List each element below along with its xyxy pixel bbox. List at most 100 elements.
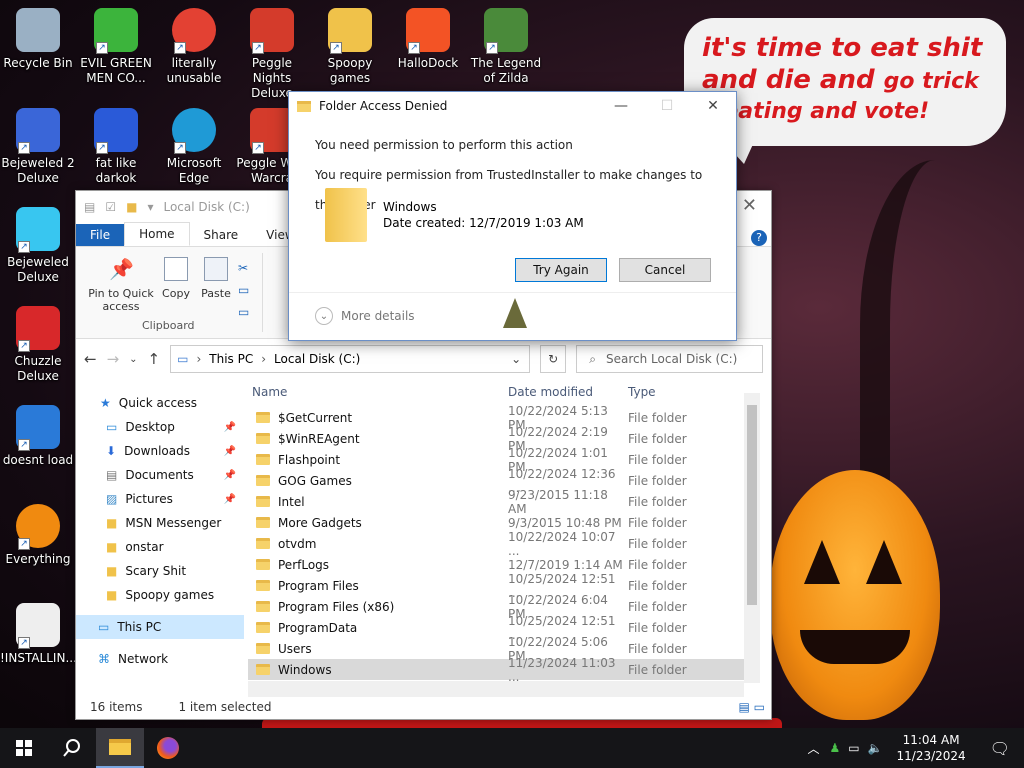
back-arrow-icon[interactable]: ← [84, 350, 97, 368]
nav-item-scary-shit[interactable]: ■ Scary Shit [76, 559, 244, 583]
desktop-icon[interactable]: ↗ !INSTALLIN... [0, 603, 77, 666]
explorer-close-button[interactable]: ✕ [742, 195, 757, 216]
folder-icon [256, 580, 270, 591]
view-toggle-icons[interactable]: ▤ ▭ [739, 700, 766, 714]
nav-this-pc[interactable]: ▭ This PC [76, 615, 244, 639]
chuzzle-icon: ↗ [16, 306, 60, 352]
column-date-modified[interactable]: Date modified [508, 385, 628, 399]
nav-item-downloads[interactable]: ⬇ Downloads 📌 [76, 439, 244, 463]
nav-item-documents[interactable]: ▤ Documents 📌 [76, 463, 244, 487]
address-dropdown-icon[interactable]: ⌄ [511, 352, 521, 366]
desktop-icon[interactable]: ↗ HalloDock [390, 8, 466, 71]
file-row[interactable]: Program Files (x86) 10/22/2024 6:04 PM Fil… [248, 593, 760, 621]
desktop-icon[interactable]: ↗ fat like darkok [78, 108, 154, 186]
pin-to-quick-access-button[interactable]: 📌 Pin to Quick access [82, 257, 160, 313]
forward-arrow-icon[interactable]: → [107, 350, 120, 368]
recent-locations-icon[interactable]: ⌄ [129, 354, 137, 365]
file-row[interactable]: ProgramData 10/25/2024 12:51 ... File fold… [248, 614, 760, 642]
cut-copypath-icons[interactable]: ✂ ▭ ▭ [238, 257, 249, 323]
file-row[interactable]: GOG Games 10/22/2024 12:36 ... File folder [248, 467, 760, 495]
clock-date: 11/23/2024 [896, 749, 966, 763]
address-bar[interactable]: ▭ › This PC › Local Disk (C:) ⌄ [170, 345, 531, 373]
tab-share[interactable]: Share [190, 224, 253, 246]
taskbar-firefox[interactable] [144, 728, 192, 768]
nav-item-desktop[interactable]: ▭ Desktop 📌 [76, 415, 244, 439]
desktop-icon[interactable]: ↗ Peggle Nights Deluxe [234, 8, 310, 101]
desktop-icon[interactable]: ↗ The Legend of Zilda [468, 8, 544, 86]
pumpkin-eye-left [804, 540, 840, 584]
close-button[interactable]: ✕ [690, 92, 736, 120]
minimize-button[interactable]: — [598, 92, 644, 120]
file-row[interactable]: Flashpoint 10/22/2024 1:01 PM File folder [248, 446, 760, 474]
breadcrumb-local-disk[interactable]: Local Disk (C:) [274, 352, 360, 366]
cancel-button[interactable]: Cancel [619, 258, 711, 282]
folder-icon: ↗ [328, 8, 372, 54]
folder-icon [256, 664, 270, 675]
file-row[interactable]: Program Files 10/25/2024 12:51 ... File fo… [248, 572, 760, 600]
file-type: File folder [628, 494, 687, 509]
file-type: File folder [628, 452, 687, 467]
paste-button[interactable]: Paste [196, 257, 236, 300]
nav-item-onstar[interactable]: ■ onstar [76, 535, 244, 559]
file-date: 11/23/2024 11:03 ... [508, 655, 616, 684]
breadcrumb-this-pc[interactable]: This PC [209, 352, 253, 366]
search-input[interactable]: ⌕ Search Local Disk (C:) [576, 345, 763, 373]
search-button[interactable] [48, 728, 96, 768]
tab-file[interactable]: File [76, 224, 125, 246]
file-row[interactable]: Windows 11/23/2024 11:03 ... File folder [248, 656, 760, 684]
customize-toolbar-icon[interactable]: ▾ [147, 200, 153, 214]
notifications-icon[interactable]: 🗨 [976, 739, 1024, 758]
desktop-icon[interactable]: ↗ Spoopy games [312, 8, 388, 86]
vertical-scrollbar[interactable] [744, 393, 760, 683]
bubble-line-3: treating and vote! [702, 99, 930, 124]
copy-button[interactable]: Copy [156, 257, 196, 300]
nav-item-msn-messenger[interactable]: ■ MSN Messenger [76, 511, 244, 535]
file-name-cell: Flashpoint [248, 453, 508, 467]
desktop-icon[interactable]: ↗ literally unusable [156, 8, 232, 86]
desktop-icon[interactable]: ↗ Everything [0, 504, 76, 567]
column-name[interactable]: Name [248, 385, 508, 399]
clock[interactable]: 11:04 AM 11/23/2024 [887, 732, 976, 764]
column-type[interactable]: Type [628, 385, 738, 399]
desktop-icon-label: doesnt load [2, 453, 74, 467]
file-row[interactable]: $WinREAgent 10/22/2024 2:19 PM File folder [248, 425, 760, 453]
nav-network[interactable]: ⌘ Network [76, 647, 244, 671]
up-arrow-icon[interactable]: ↑ [148, 350, 161, 368]
tab-home[interactable]: Home [124, 222, 190, 246]
nav-item-pictures[interactable]: ▨ Pictures 📌 [76, 487, 244, 511]
desktop-icon[interactable]: ↗ Chuzzle Deluxe [0, 306, 76, 384]
desktop-icon[interactable]: ↗ Bejeweled 2 Deluxe [0, 108, 76, 186]
start-button[interactable] [0, 728, 48, 768]
vertical-scroll-thumb[interactable] [747, 405, 757, 605]
maximize-button[interactable]: ☐ [644, 92, 690, 120]
desktop-icon[interactable]: ↗ Microsoft Edge [156, 108, 232, 186]
taskbar-file-explorer[interactable] [96, 728, 144, 768]
file-row[interactable]: otvdm 10/22/2024 10:07 ... File folder [248, 530, 760, 558]
green-man-tray-icon[interactable]: ♟ [825, 741, 844, 755]
new-folder-icon[interactable]: ■ [126, 200, 137, 214]
nav-item-icon: ▭ [98, 620, 110, 634]
desktop-icon[interactable]: ↗ EVIL GREEN MEN CO... [78, 8, 154, 86]
refresh-button[interactable]: ↻ [540, 345, 567, 373]
file-row[interactable]: $GetCurrent 10/22/2024 5:13 PM File folder [248, 404, 760, 432]
help-icon[interactable]: ? [751, 230, 767, 246]
file-row[interactable]: Users 10/22/2024 5:06 PM File folder [248, 635, 760, 663]
explorer-title: Local Disk (C:) [163, 200, 250, 214]
more-details-toggle[interactable]: ⌄ More details [315, 307, 415, 325]
desktop-icon[interactable]: ↗ doesnt load [0, 405, 76, 468]
show-hidden-icons-chevron-icon[interactable]: ︿ [801, 740, 825, 757]
properties-icon[interactable]: ☑ [105, 200, 116, 214]
nav-quick-access[interactable]: ★ Quick access [76, 391, 244, 415]
file-row[interactable]: More Gadgets 9/3/2015 10:48 PM File folder [248, 512, 760, 533]
desktop-icon[interactable]: Recycle Bin [0, 8, 76, 71]
quick-access-toolbar-icon[interactable]: ▤ [84, 200, 95, 214]
folder-icon [256, 559, 270, 570]
desktop-icon[interactable]: ↗ Bejeweled Deluxe [0, 207, 76, 285]
file-row[interactable]: Intel 9/23/2015 11:18 AM File folder [248, 488, 760, 516]
volume-icon[interactable]: 🔈 [864, 741, 887, 755]
file-row[interactable]: PerfLogs 12/7/2019 1:14 AM File folder [248, 554, 760, 575]
network-icon[interactable]: ▭ [844, 741, 863, 755]
nav-item-spoopy-games[interactable]: ■ Spoopy games [76, 583, 244, 607]
try-again-button[interactable]: Try Again [515, 258, 607, 282]
everything-search-icon: ↗ [16, 504, 60, 550]
